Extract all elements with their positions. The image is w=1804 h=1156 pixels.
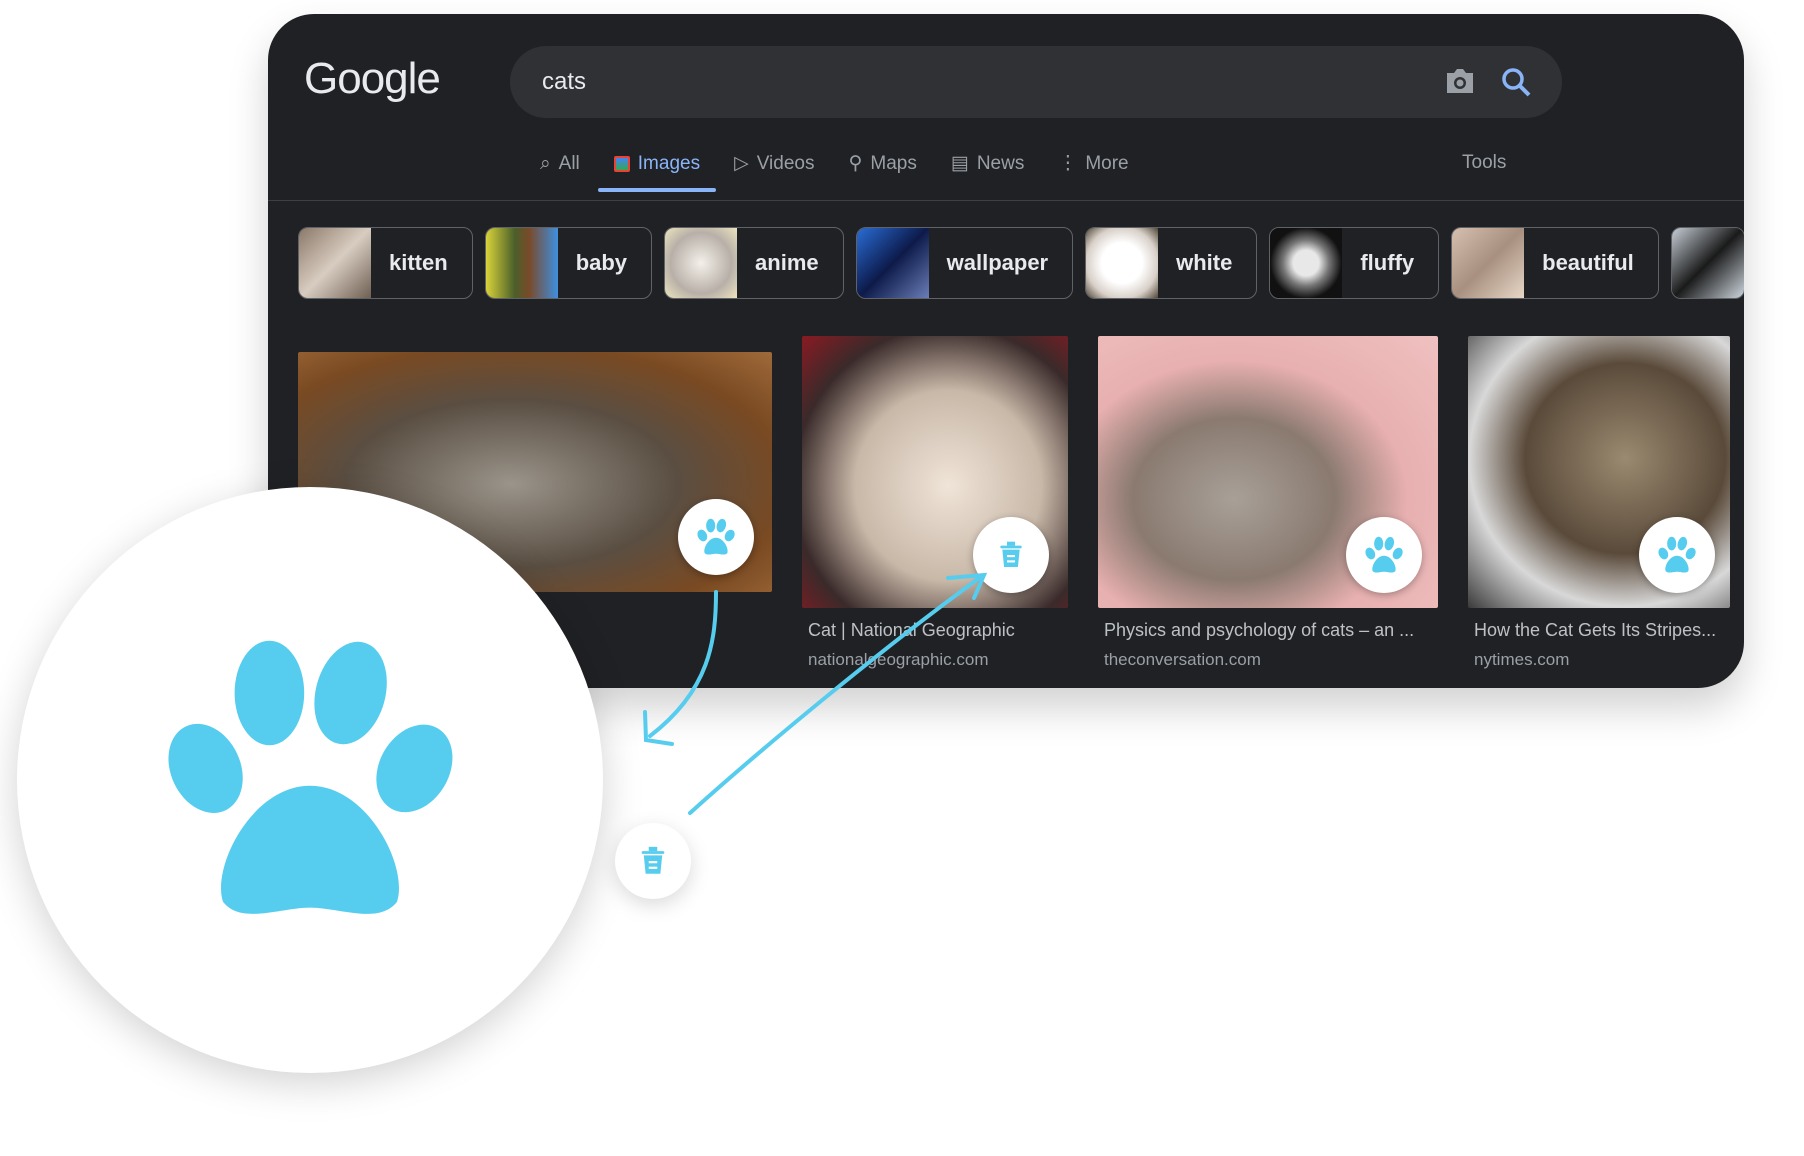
- arrow-down: [643, 590, 718, 746]
- arrows: [643, 572, 988, 815]
- arrow-up: [688, 572, 988, 815]
